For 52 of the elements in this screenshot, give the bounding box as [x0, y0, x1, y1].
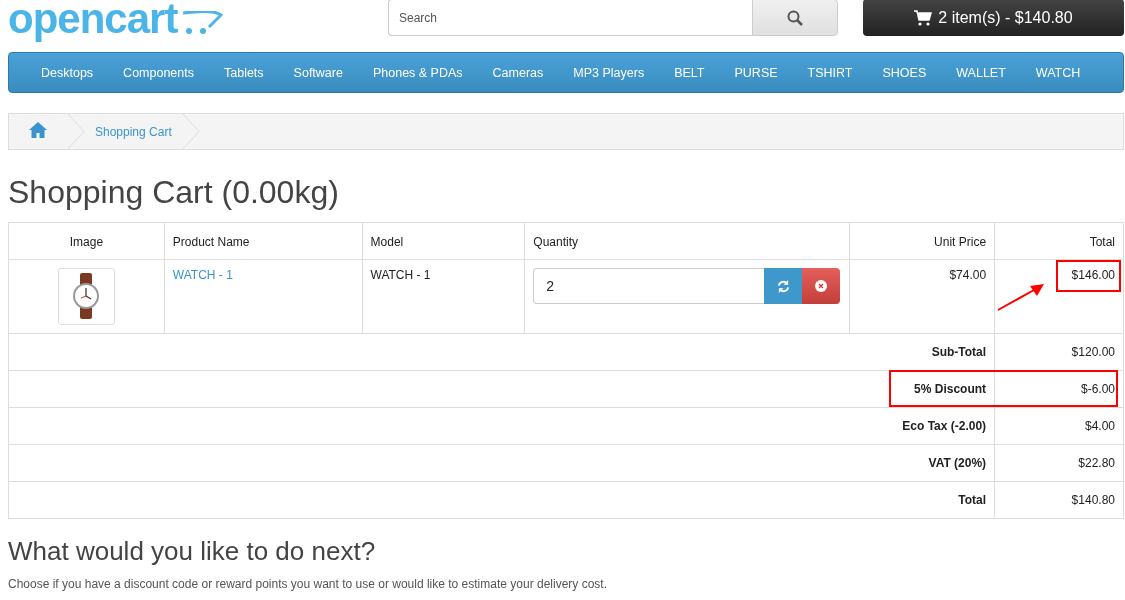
menu-link[interactable]: Cameras	[477, 65, 559, 80]
menu-link[interactable]: Tablets	[209, 65, 279, 80]
menu-link[interactable]: WATCH	[1020, 65, 1096, 80]
total-label: Sub-Total	[931, 345, 987, 359]
total-value: $120.00	[1071, 345, 1115, 359]
total-label: Eco Tax (-2.00)	[902, 419, 987, 433]
menu-link[interactable]: Desktops	[26, 65, 109, 80]
search-icon	[787, 9, 803, 26]
total-value: $140.80	[1071, 493, 1115, 507]
menu-link[interactable]: TSHIRT	[792, 65, 868, 80]
page-title: Shopping Cart (0.00kg)	[8, 173, 340, 212]
product-thumbnail[interactable]	[57, 268, 115, 325]
product-total: $146.00	[1071, 268, 1115, 282]
menu-link[interactable]: BELT	[659, 65, 720, 80]
column-header: Product Name	[164, 222, 363, 260]
remove-button[interactable]	[802, 268, 841, 304]
total-label: 5% Discount	[914, 382, 987, 396]
logo-text[interactable]: opencart	[8, 0, 178, 43]
menu-link[interactable]: WALLET	[941, 65, 1021, 80]
watch-drawing	[71, 273, 102, 319]
menu-link[interactable]: PURSE	[719, 65, 793, 80]
menu-link[interactable]: Phones & PDAs	[357, 65, 478, 80]
menu-link[interactable]: MP3 Players	[558, 65, 660, 80]
total-value: $4.00	[1084, 419, 1115, 433]
search-button[interactable]	[752, 0, 838, 36]
search-field[interactable]: Search	[388, 0, 752, 36]
column-header: Unit Price	[849, 222, 995, 260]
cart-button[interactable]: 2 item(s) - $140.80	[863, 0, 1124, 36]
cart-swoosh-icon	[183, 11, 224, 35]
menu-link[interactable]: Components	[108, 65, 209, 80]
menu-link[interactable]: Software	[278, 65, 358, 80]
home-icon[interactable]	[29, 121, 47, 138]
instruction-text: Choose if you have a discount code or reward points you want to use or would like to estimate your delivery cost.	[8, 577, 608, 591]
total-label: VAT (20%)	[928, 456, 987, 470]
remove-icon	[815, 280, 828, 292]
update-button[interactable]	[764, 268, 803, 304]
unit-price: $74.00	[949, 268, 987, 282]
total-value: $-6.00	[1080, 382, 1115, 396]
breadcrumb-link[interactable]: Shopping Cart	[85, 124, 182, 139]
section-heading: What would you like to do next?	[8, 535, 377, 567]
column-header: Total	[994, 222, 1124, 260]
column-header: Image	[8, 222, 165, 260]
refresh-icon	[776, 279, 790, 293]
column-header: Model	[362, 222, 525, 260]
total-value: $22.80	[1078, 456, 1115, 470]
menu-link[interactable]: SHOES	[867, 65, 942, 80]
cart-icon	[914, 9, 933, 26]
quantity-field[interactable]: 2	[533, 268, 765, 304]
column-header: Quantity	[524, 222, 850, 260]
product-model: WATCH - 1	[370, 268, 431, 282]
total-label: Total	[958, 493, 987, 507]
product-link[interactable]: WATCH - 1	[172, 268, 233, 282]
